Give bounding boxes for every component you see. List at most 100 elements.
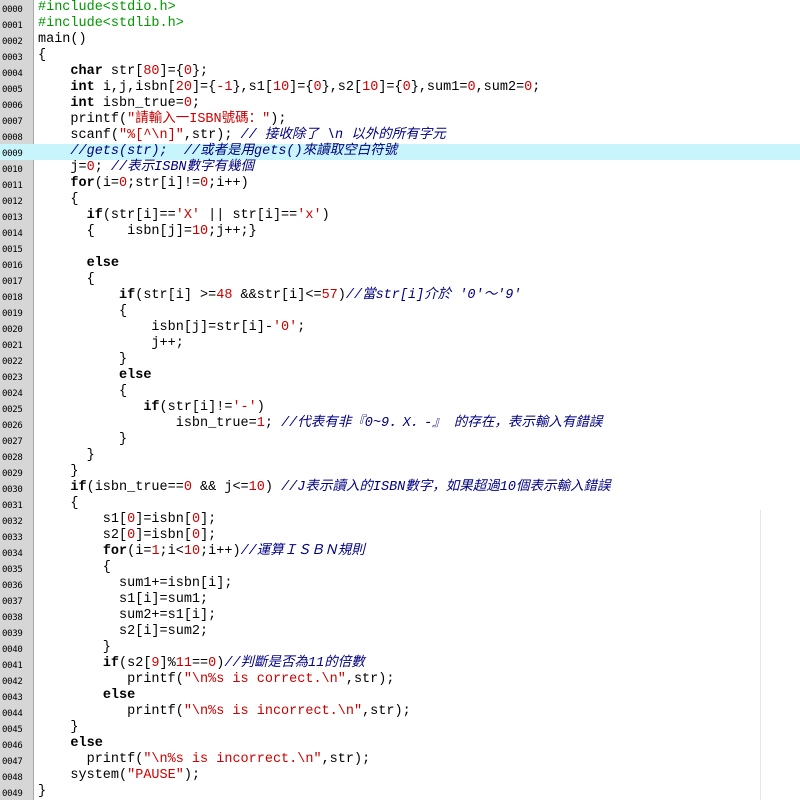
code-line[interactable]: 0025 if(str[i]!='-') xyxy=(0,400,800,416)
code-line[interactable]: 0042 printf("\n%s is correct.\n",str); xyxy=(0,672,800,688)
code-text-token: } xyxy=(38,464,79,479)
code-text-token: },s1[ xyxy=(232,80,273,95)
code-line[interactable]: 0016 else xyxy=(0,256,800,272)
code-text: { xyxy=(38,48,46,64)
number-token: 0 xyxy=(119,176,128,191)
string-literal-token: "%[^\n]" xyxy=(119,128,184,143)
code-line[interactable]: 0010 j=0; //表示ISBN數字有幾個 xyxy=(0,160,800,176)
code-line[interactable]: 0024 { xyxy=(0,384,800,400)
code-text-token: main() xyxy=(38,32,87,47)
code-text-token: isbn_true= xyxy=(38,416,257,431)
code-line[interactable]: 0020 isbn[j]=str[i]-'0'; xyxy=(0,320,800,336)
code-line[interactable]: 0044 printf("\n%s is incorrect.\n",str); xyxy=(0,704,800,720)
code-text-token: printf( xyxy=(38,704,184,719)
code-text: if(isbn_true==0 && j<=10) //J表示讀入的ISBN數字… xyxy=(38,480,610,496)
code-line[interactable]: 0012 { xyxy=(0,192,800,208)
code-line[interactable]: 0004 char str[80]={0}; xyxy=(0,64,800,80)
code-line[interactable]: 0000 #include<stdio.h> xyxy=(0,0,800,16)
code-line[interactable]: 0043 else xyxy=(0,688,800,704)
code-text: s1[0]=isbn[0]; xyxy=(38,512,216,528)
code-text-token: ]; xyxy=(200,528,217,543)
line-number: 0043 xyxy=(2,693,23,703)
code-line[interactable]: 0041 if(s2[9]%11==0)//判斷是否為11的倍數 xyxy=(0,656,800,672)
code-line[interactable]: 0033 s2[0]=isbn[0]; xyxy=(0,528,800,544)
code-line[interactable]: 0046 else xyxy=(0,736,800,752)
code-line[interactable]: 0045 } xyxy=(0,720,800,736)
code-editor[interactable]: 0000 #include<stdio.h> 0001 #include<stdlib… xyxy=(0,0,800,800)
code-line[interactable]: 0015 xyxy=(0,240,800,256)
code-line[interactable]: 0011 for(i=0;str[i]!=0;i++) xyxy=(0,176,800,192)
code-line[interactable]: 0022 } xyxy=(0,352,800,368)
comment-token: //運算ＩＳＢＮ規則 xyxy=(240,544,365,559)
code-line[interactable]: 0048 system("PAUSE"); xyxy=(0,768,800,784)
number-token: 1 xyxy=(151,544,160,559)
code-line[interactable]: 0003 { xyxy=(0,48,800,64)
code-text: { xyxy=(38,192,78,208)
code-text: { xyxy=(38,272,95,288)
number-token: 57 xyxy=(321,288,338,303)
comment-token: //代表有非『0~9．X．-』 的存在，表示輸入有錯誤 xyxy=(281,416,603,431)
code-line[interactable]: 0029 } xyxy=(0,464,800,480)
code-line[interactable]: 0008 scanf("%[^\n]",str); // 接收除了 \n 以外的… xyxy=(0,128,800,144)
code-text-token: ; xyxy=(94,160,111,175)
code-line[interactable]: 0035 { xyxy=(0,560,800,576)
code-text-token: }; xyxy=(191,64,209,79)
code-text-token: printf( xyxy=(38,112,128,127)
code-line[interactable]: 0005 int i,j,isbn[20]={-1},s1[10]={0},s2… xyxy=(0,80,800,96)
code-line[interactable]: 0021 j++; xyxy=(0,336,800,352)
code-line[interactable]: 0007 printf("請輸入一ISBN號碼："); xyxy=(0,112,800,128)
code-line[interactable]: 0013 if(str[i]=='X' || str[i]=='x') xyxy=(0,208,800,224)
line-number: 0033 xyxy=(2,533,23,543)
code-line-current[interactable]: 0009 //gets(str); //或者是用gets()來讀取空白符號 xyxy=(0,144,800,160)
code-text-token: ;i++) xyxy=(200,544,241,559)
code-text-token: s2[ xyxy=(38,528,128,543)
code-line[interactable]: 0032 s1[0]=isbn[0]; xyxy=(0,512,800,528)
code-line[interactable]: 0030 if(isbn_true==0 && j<=10) //J表示讀入的I… xyxy=(0,480,800,496)
code-text: main() xyxy=(38,32,87,48)
comment-token: //表示ISBN數字有幾個 xyxy=(110,160,255,175)
code-text: #include<stdio.h> xyxy=(38,0,176,16)
code-line[interactable]: 0001 #include<stdlib.h> xyxy=(0,16,800,32)
number-token: 0 xyxy=(191,528,201,543)
code-line[interactable]: 0049} xyxy=(0,784,800,800)
code-line[interactable]: 0026 isbn_true=1; //代表有非『0~9．X．-』 的存在，表示… xyxy=(0,416,800,432)
code-line[interactable]: 0027 } xyxy=(0,432,800,448)
code-line[interactable]: 0006 int isbn_true=0; xyxy=(0,96,800,112)
code-line[interactable]: 0034 for(i=1;i<10;i++)//運算ＩＳＢＮ規則 xyxy=(0,544,800,560)
code-line[interactable]: 0040 } xyxy=(0,640,800,656)
code-text-token: (isbn_true== xyxy=(86,480,184,495)
number-token: 20 xyxy=(175,80,192,95)
code-text: if(s2[9]%11==0)//判斷是否為11的倍數 xyxy=(38,656,365,672)
code-text-token: ;i< xyxy=(159,544,184,559)
code-line[interactable]: 0018 if(str[i] >=48 &&str[i]<=57)//當str[… xyxy=(0,288,800,304)
number-token: 48 xyxy=(216,288,233,303)
line-number: 0049 xyxy=(2,789,23,799)
code-line[interactable]: 0038 sum2+=s1[i]; xyxy=(0,608,800,624)
code-line[interactable]: 0023 else xyxy=(0,368,800,384)
string-literal-token: '0' xyxy=(272,320,298,335)
code-text: char str[80]={0}; xyxy=(38,64,208,80)
code-text-token: ,str); xyxy=(321,752,371,767)
keyword-token: else xyxy=(70,736,103,751)
code-line[interactable]: 0047 printf("\n%s is incorrect.\n",str); xyxy=(0,752,800,768)
code-line[interactable]: 0028 } xyxy=(0,448,800,464)
code-line[interactable]: 0037 s1[i]=sum1; xyxy=(0,592,800,608)
code-text: { xyxy=(38,496,78,512)
code-line[interactable]: 0014 { isbn[j]=10;j++;} xyxy=(0,224,800,240)
code-text: system("PAUSE"); xyxy=(38,768,200,784)
line-number: 0036 xyxy=(2,581,23,591)
code-text-token: ]={ xyxy=(289,80,314,95)
code-line[interactable]: 0017 { xyxy=(0,272,800,288)
code-text: printf("\n%s is incorrect.\n",str); xyxy=(38,704,411,720)
code-line[interactable]: 0019 { xyxy=(0,304,800,320)
code-text: sum2+=s1[i]; xyxy=(38,608,216,624)
code-line[interactable]: 0036 sum1+=isbn[i]; xyxy=(0,576,800,592)
code-line[interactable]: 0002 main() xyxy=(0,32,800,48)
code-text-token: ,str); xyxy=(183,128,241,143)
code-line[interactable]: 0039 s2[i]=sum2; xyxy=(0,624,800,640)
keyword-token: else xyxy=(119,368,152,383)
code-line[interactable]: 0031 { xyxy=(0,496,800,512)
